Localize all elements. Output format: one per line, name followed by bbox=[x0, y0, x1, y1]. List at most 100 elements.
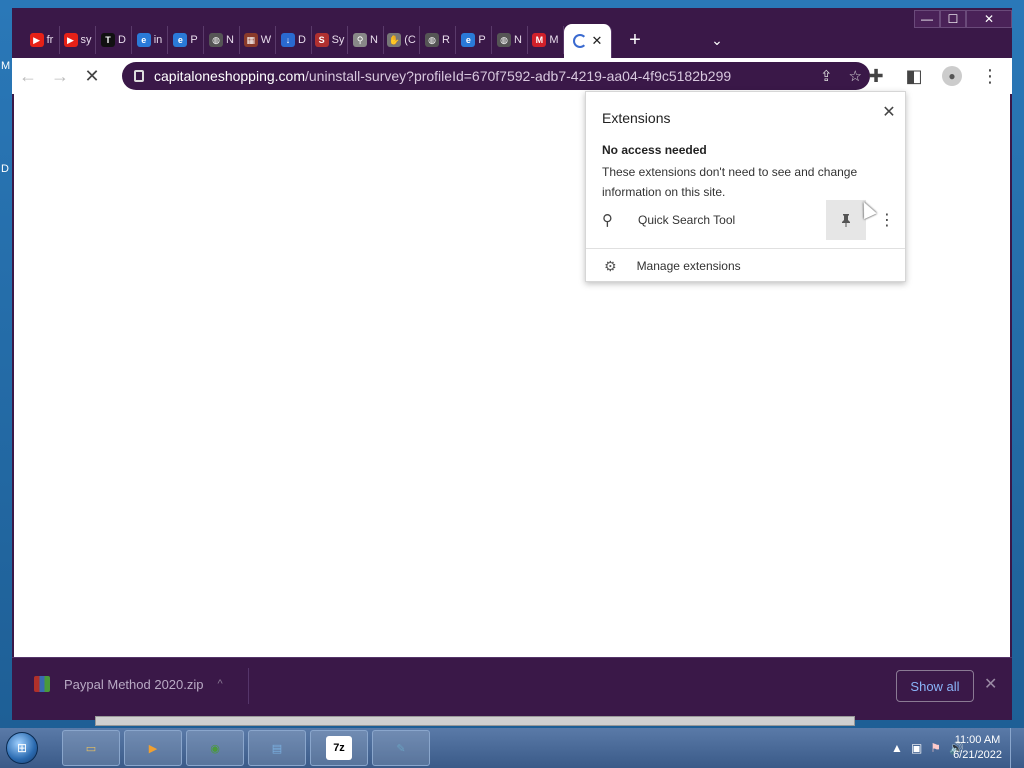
globe-icon: ◍ bbox=[425, 33, 440, 47]
explorer-icon: ▭ bbox=[85, 742, 97, 755]
tab-title: Sy bbox=[331, 34, 345, 46]
taskbar-app-button[interactable]: ▶ bbox=[124, 730, 182, 766]
taskbar: ⊞ ▭ ▶ ◉ ▤ 7z ✎ ▲ ▣ ⚑ 🔊 11:00 AM 6/21/2022 bbox=[0, 728, 1024, 768]
browser-tab[interactable]: e in bbox=[132, 26, 168, 54]
url-path: /uninstall-survey?profileId=670f7592-adb… bbox=[305, 68, 732, 84]
start-button[interactable]: ⊞ bbox=[0, 728, 44, 768]
browser-tab[interactable]: MM bbox=[528, 26, 564, 54]
address-bar[interactable]: capitaloneshopping.com/uninstall-survey?… bbox=[122, 62, 870, 90]
tab-title: P bbox=[478, 34, 486, 46]
browser-tab[interactable]: ▶ fr bbox=[24, 26, 60, 54]
manage-extensions-item[interactable]: ⚙ Manage extensions bbox=[586, 252, 905, 280]
winrar-icon: ▦ bbox=[243, 33, 258, 47]
tab-title: R bbox=[442, 34, 450, 46]
action-center-flag-icon[interactable]: ⚑ bbox=[930, 741, 941, 755]
avatar-icon: ● bbox=[942, 66, 962, 86]
section-heading: No access needed bbox=[602, 143, 707, 157]
extensions-puzzle-icon[interactable]: ✚ bbox=[860, 60, 892, 92]
browser-tab[interactable]: ▦ W bbox=[240, 26, 276, 54]
edge-icon: e bbox=[461, 33, 476, 47]
youtube-icon: ▶ bbox=[29, 33, 44, 47]
hand-icon: ✋ bbox=[387, 33, 402, 47]
close-tab-icon[interactable]: ✕ bbox=[592, 33, 603, 49]
taskbar-app-button[interactable]: ▭ bbox=[62, 730, 120, 766]
close-download-bar-icon[interactable]: ✕ bbox=[984, 674, 997, 694]
browser-tab[interactable]: ◍ N bbox=[204, 26, 240, 54]
search-icon: ⚲ bbox=[602, 212, 613, 229]
media-player-icon: ▶ bbox=[148, 742, 158, 755]
chevron-up-icon[interactable]: ^ bbox=[217, 678, 222, 690]
browser-tab[interactable]: eP bbox=[168, 26, 204, 54]
desktop-icon-label: M bbox=[1, 60, 11, 72]
profile-button[interactable]: ● bbox=[936, 60, 968, 92]
tab-search-chevron-icon[interactable]: ⌄ bbox=[702, 26, 732, 54]
clock-date: 6/21/2022 bbox=[953, 749, 1002, 761]
side-panel-icon[interactable]: ◧ bbox=[898, 60, 930, 92]
youtube-icon: ▶ bbox=[63, 33, 78, 47]
chrome-menu-button[interactable]: ⋮ bbox=[974, 60, 1006, 92]
show-hidden-icons[interactable]: ▲ bbox=[891, 741, 903, 755]
show-all-button[interactable]: Show all bbox=[896, 670, 974, 702]
loading-spinner-icon bbox=[572, 34, 587, 48]
title-bar: — ☐ ✕ ▶ fr ▶ sy T De in e P ◍ N ▦ W ↓ D S Sy ⚲ N ✋ (C ◍ Re P ◍ N M… bbox=[12, 8, 1012, 58]
browser-tab[interactable]: ✋ (C bbox=[384, 26, 420, 54]
extensions-popup: Extensions ✕ No access needed These exte… bbox=[585, 91, 906, 282]
desktop-icon-label: D bbox=[1, 163, 9, 175]
browser-tab[interactable]: ▶ sy bbox=[60, 26, 96, 54]
more-options-icon[interactable]: ⋮ bbox=[879, 210, 895, 230]
forward-button[interactable]: → bbox=[44, 60, 76, 92]
windows-logo-icon: ⊞ bbox=[6, 732, 38, 764]
lock-icon[interactable] bbox=[134, 70, 144, 82]
browser-tab[interactable]: ◍ R bbox=[420, 26, 456, 54]
network-icon[interactable]: ▣ bbox=[911, 741, 922, 755]
tab-title: (C bbox=[404, 34, 416, 46]
active-tab[interactable]: ✕ bbox=[564, 24, 612, 58]
s-icon: S bbox=[314, 33, 329, 47]
clock-time: 11:00 AM bbox=[954, 734, 1001, 746]
section-description: These extensions don't need to see and c… bbox=[602, 165, 858, 199]
taskbar-app-button[interactable]: ◉ bbox=[186, 730, 244, 766]
taskbar-app-button[interactable]: ▤ bbox=[248, 730, 306, 766]
zip-file-icon bbox=[34, 676, 50, 692]
share-icon[interactable]: ⇪ bbox=[820, 67, 833, 85]
browser-tab[interactable]: ◍ N bbox=[492, 26, 528, 54]
back-button[interactable]: ← bbox=[12, 60, 44, 92]
download-item[interactable]: Paypal Method 2020.zip ^ bbox=[34, 676, 223, 692]
download-icon: ↓ bbox=[281, 33, 296, 47]
divider bbox=[248, 668, 249, 704]
browser-tab[interactable]: ↓ D bbox=[276, 26, 312, 54]
browser-window: — ☐ ✕ ▶ fr ▶ sy T De in e P ◍ N ▦ W ↓ D S Sy ⚲ N ✋ (C ◍ Re P ◍ N M… bbox=[12, 8, 1012, 720]
stop-loading-button[interactable]: ✕ bbox=[76, 60, 108, 92]
browser-tab[interactable]: TD bbox=[96, 26, 132, 54]
text-icon: T bbox=[101, 33, 116, 47]
taskbar-app-button[interactable]: 7z bbox=[310, 730, 368, 766]
download-bar: Paypal Method 2020.zip ^ Show all ✕ bbox=[12, 657, 1012, 713]
tab-title: M bbox=[549, 34, 559, 46]
globe-icon: ◍ bbox=[209, 33, 224, 47]
show-desktop-button[interactable] bbox=[1010, 728, 1024, 768]
search-icon: ⚲ bbox=[353, 33, 368, 47]
tab-title: in bbox=[153, 34, 163, 46]
tab-title: D bbox=[118, 34, 126, 46]
extension-name: Quick Search Tool bbox=[638, 213, 736, 227]
chrome-icon: ◉ bbox=[210, 742, 220, 755]
7zip-icon: 7z bbox=[326, 736, 352, 760]
download-file-name: Paypal Method 2020.zip bbox=[64, 676, 204, 692]
tab-title: N bbox=[514, 34, 522, 46]
tab-title: sy bbox=[80, 34, 92, 46]
notepad-icon: ✎ bbox=[396, 742, 406, 755]
clock[interactable]: 11:00 AM 6/21/2022 bbox=[953, 733, 1002, 763]
browser-tab[interactable]: S Sy bbox=[312, 26, 348, 54]
horizontal-scrollbar[interactable] bbox=[95, 716, 855, 726]
tab-title: fr bbox=[46, 34, 54, 46]
tab-strip: ▶ fr ▶ sy T De in e P ◍ N ▦ W ↓ D S Sy ⚲ N ✋ (C ◍ Re P ◍ N M M ✕ + ⌄ bbox=[24, 22, 1012, 58]
new-tab-button[interactable]: + bbox=[620, 26, 650, 54]
manage-extensions-label: Manage extensions bbox=[636, 259, 741, 273]
globe-icon: ◍ bbox=[497, 33, 512, 47]
divider bbox=[586, 248, 905, 249]
close-icon[interactable]: ✕ bbox=[881, 104, 897, 121]
browser-tab[interactable]: eP bbox=[456, 26, 492, 54]
browser-tab[interactable]: ⚲ N bbox=[348, 26, 384, 54]
taskbar-app-button[interactable]: ✎ bbox=[372, 730, 430, 766]
control-panel-icon: ▤ bbox=[271, 742, 283, 755]
